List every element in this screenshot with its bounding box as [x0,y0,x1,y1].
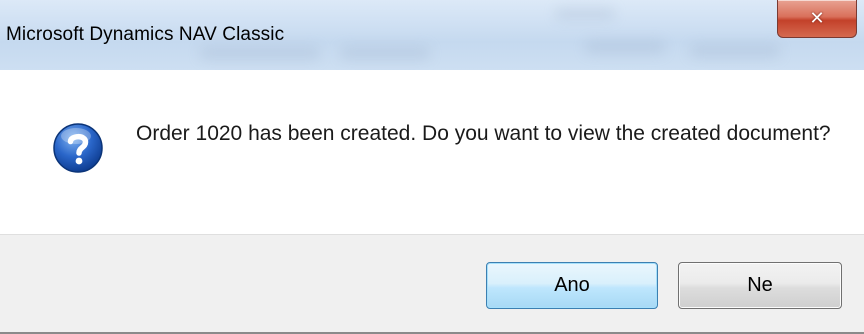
dialog-content: Order 1020 has been created. Do you want… [0,70,864,234]
glass-blur-decoration [555,8,615,20]
title-bar[interactable]: Microsoft Dynamics NAV Classic ✕ [0,0,864,70]
glass-blur-decoration [340,46,430,60]
button-bar: Ano Ne [0,234,864,334]
glass-blur-decoration [200,46,320,60]
window-title: Microsoft Dynamics NAV Classic [6,24,285,45]
message-dialog: Microsoft Dynamics NAV Classic ✕ Order 1… [0,0,864,334]
glass-blur-decoration [585,40,665,54]
close-icon: ✕ [809,8,825,28]
glass-blur-decoration [690,44,780,58]
question-icon [53,123,103,173]
close-button[interactable]: ✕ [777,0,857,38]
message-text: Order 1020 has been created. Do you want… [136,122,831,145]
yes-button[interactable]: Ano [486,262,658,309]
no-button[interactable]: Ne [678,262,842,309]
